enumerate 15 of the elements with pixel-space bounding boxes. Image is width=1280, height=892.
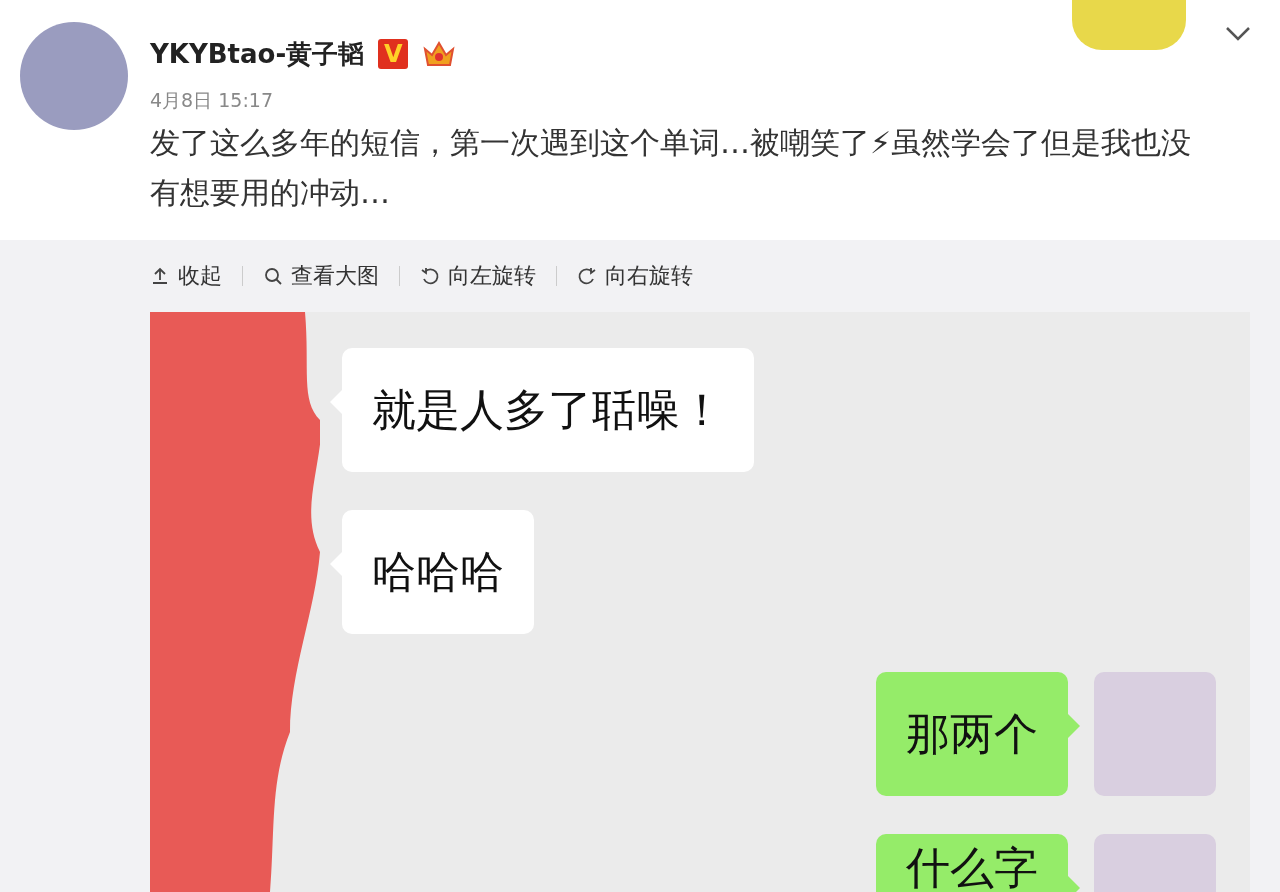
crown-icon (422, 39, 457, 69)
post-date: 4月8日 15:17 (150, 88, 274, 113)
post-text: 发了这么多年的短信，第一次遇到这个单词…被嘲笑了⚡虽然学会了但是我也没有想要用的冲动… (150, 124, 1193, 212)
bubble-tail-icon (1068, 714, 1080, 738)
rotate-right-icon (577, 266, 597, 286)
rotate-left-icon (420, 266, 440, 286)
chevron-down-icon[interactable] (1225, 26, 1251, 42)
search-icon (263, 266, 283, 286)
toolbar-link[interactable]: 向左旋转 (420, 261, 536, 291)
up-arrow-icon (150, 266, 170, 286)
toolbar-link[interactable]: 查看大图 (263, 261, 379, 291)
toolbar-link[interactable]: 向右旋转 (577, 261, 693, 291)
verified-badge: V (378, 39, 409, 69)
author-name[interactable]: YKYBtao-黄子韬 (150, 36, 365, 72)
toolbar-link[interactable]: 收起 (150, 261, 222, 291)
